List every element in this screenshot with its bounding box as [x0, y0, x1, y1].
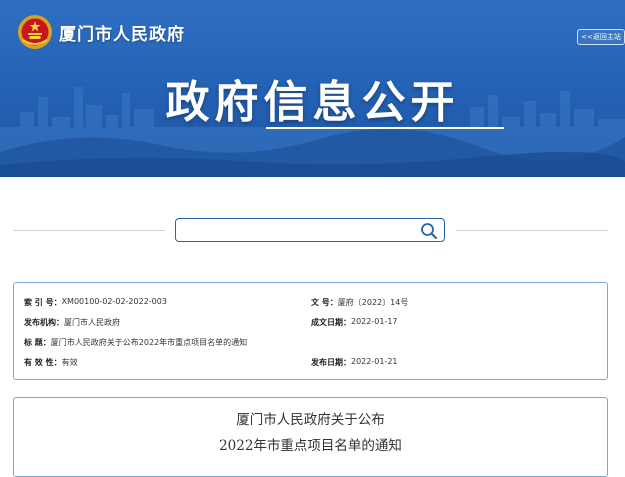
meta-label: 成文日期： [311, 318, 351, 327]
document-title-line-1: 厦门市人民政府关于公布 [236, 412, 385, 428]
search-icon[interactable] [420, 222, 438, 240]
meta-value: 2022-01-21 [351, 357, 398, 366]
meta-label: 发布日期： [311, 358, 351, 367]
national-emblem-icon [18, 15, 52, 49]
back-to-main-site-link[interactable]: <<返回主站 [577, 29, 625, 45]
meta-value: 厦门市人民政府 [64, 318, 120, 327]
meta-value: 2022-01-17 [351, 317, 398, 326]
meta-title: 标 题： 厦门市人民政府关于公布2022年市重点项目名单的通知 [24, 337, 247, 348]
site-brand[interactable]: 厦门市人民政府 [17, 14, 185, 50]
meta-index-number: 索 引 号： XM00100-02-02-2022-003 [24, 297, 167, 308]
meta-label: 索 引 号： [24, 298, 62, 307]
site-name: 厦门市人民政府 [59, 24, 185, 45]
search-bar [175, 218, 445, 242]
meta-label: 标 题： [24, 338, 51, 347]
document-metadata-panel: 索 引 号： XM00100-02-02-2022-003 文 号： 厦府〔20… [13, 282, 608, 380]
meta-label: 文 号： [311, 298, 338, 307]
divider-left [13, 230, 165, 231]
meta-publish-date: 发布日期： 2022-01-21 [311, 357, 398, 368]
page-title: 政府信息公开 [165, 77, 460, 128]
meta-validity: 有 效 性： 有效 [24, 357, 78, 368]
meta-issuer: 发布机构： 厦门市人民政府 [24, 317, 120, 328]
document-title-line-2: 2022年市重点项目名单的通知 [219, 438, 402, 454]
meta-written-date: 成文日期： 2022-01-17 [311, 317, 398, 328]
divider-right [456, 230, 608, 231]
meta-value: 厦门市人民政府关于公布2022年市重点项目名单的通知 [50, 338, 248, 347]
meta-value: XM00100-02-02-2022-003 [61, 297, 167, 306]
meta-value: 有效 [61, 358, 78, 367]
search-input[interactable] [176, 219, 428, 242]
meta-label: 发布机构： [24, 318, 64, 327]
meta-value: 厦府〔2022〕14号 [337, 298, 409, 307]
header-banner: 厦门市人民政府 <<返回主站 政府信息公开 [0, 0, 625, 177]
meta-label: 有 效 性： [24, 358, 62, 367]
document-content-panel: 厦门市人民政府关于公布 2022年市重点项目名单的通知 [13, 397, 608, 477]
title-underline [266, 127, 504, 129]
meta-document-number: 文 号： 厦府〔2022〕14号 [311, 297, 408, 308]
